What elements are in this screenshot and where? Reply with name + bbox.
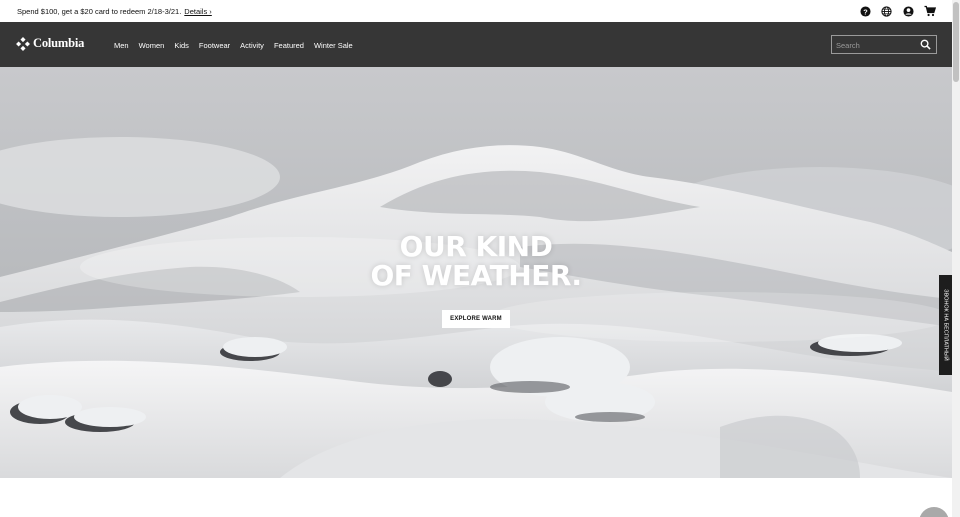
nav-item-men[interactable]: Men — [114, 41, 129, 50]
hero-title-line-2: OF WEATHER. — [370, 259, 582, 292]
hero-title-line-1: OUR KIND — [399, 230, 553, 263]
nav-item-activity[interactable]: Activity — [240, 41, 264, 50]
search-icon[interactable] — [920, 39, 931, 50]
callback-tab-label: ЗВОНОК НА БЕСПЛАТНЫЙ — [942, 289, 949, 361]
nav-item-winter-sale[interactable]: Winter Sale — [314, 41, 353, 50]
nav-item-women[interactable]: Women — [139, 41, 165, 50]
callback-side-tab[interactable]: ЗВОНОК НА БЕСПЛАТНЫЙ — [939, 275, 952, 375]
search-box — [831, 35, 937, 54]
nav-item-footwear[interactable]: Footwear — [199, 41, 230, 50]
search-input[interactable] — [836, 39, 916, 51]
cart-icon[interactable] — [924, 5, 936, 17]
diamond-logo-icon — [16, 36, 30, 51]
main-nav: Men Women Kids Footwear Activity Feature… — [114, 41, 363, 50]
promo-text: Spend $100, get a $20 card to redeem 2/1… — [17, 6, 182, 16]
explore-warm-button[interactable]: EXPLORE WARM — [442, 310, 510, 328]
nav-item-kids[interactable]: Kids — [174, 41, 189, 50]
scrollbar-thumb[interactable] — [953, 2, 959, 82]
svg-text:?: ? — [863, 7, 868, 16]
page: Spend $100, get a $20 card to redeem 2/1… — [0, 0, 960, 517]
hero-banner[interactable]: OUR KIND OF WEATHER. EXPLORE WARM — [0, 67, 952, 478]
account-icon[interactable] — [902, 5, 914, 17]
help-icon[interactable]: ? — [859, 5, 871, 17]
scrollbar[interactable] — [952, 0, 960, 517]
globe-icon[interactable] — [880, 5, 892, 17]
columbia-logo[interactable]: Columbia — [16, 36, 84, 51]
content-below-hero — [0, 478, 952, 517]
promo-details-link[interactable]: Details › — [184, 7, 212, 16]
logo-text: Columbia — [33, 36, 85, 50]
nav-item-featured[interactable]: Featured — [274, 41, 304, 50]
site-header: Columbia Men Women Kids Footwear Activit… — [0, 22, 952, 67]
promo-bar: Spend $100, get a $20 card to redeem 2/1… — [0, 0, 952, 22]
